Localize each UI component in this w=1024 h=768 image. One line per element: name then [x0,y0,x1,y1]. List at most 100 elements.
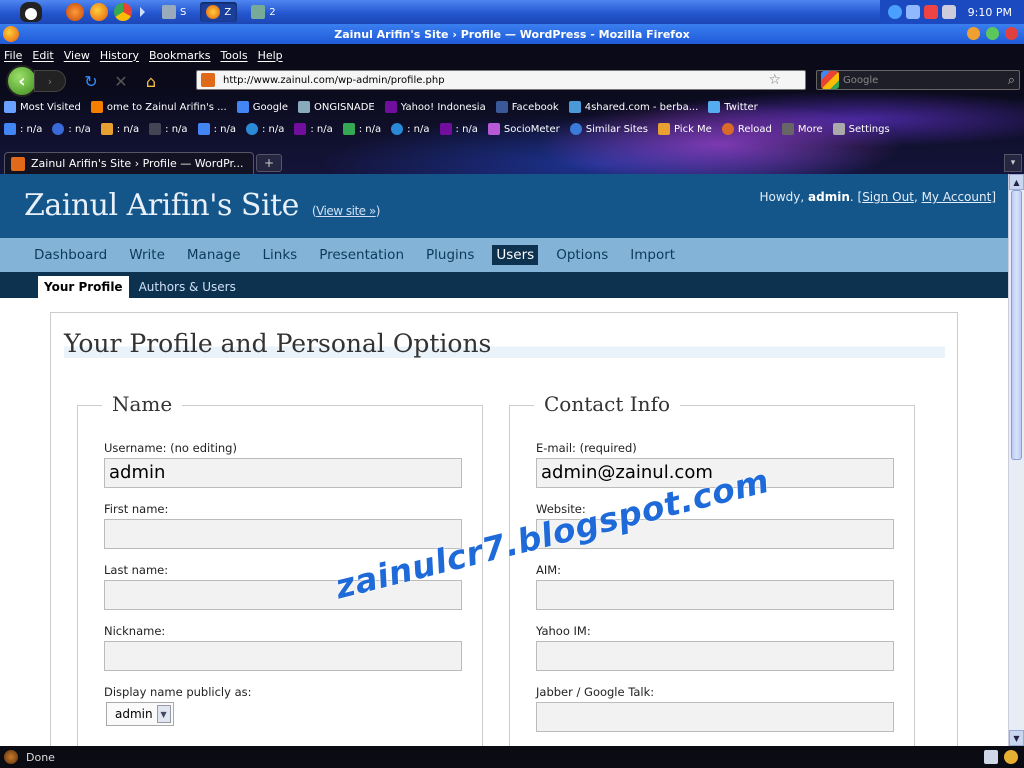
forward-button[interactable]: › [34,70,66,92]
menu-view[interactable]: View [64,49,90,62]
menu-bookmarks[interactable]: Bookmarks [149,49,210,62]
clock[interactable]: 9:10 PM [968,6,1012,19]
bookmark-ongisnade[interactable]: ONGISNADE [297,101,375,113]
addon-pick-me[interactable]: Pick Me [658,123,712,135]
launcher-icon[interactable] [66,3,84,21]
addon-item[interactable]: : n/a [342,123,381,135]
new-tab-button[interactable]: + [256,154,282,172]
close-icon[interactable] [1005,27,1018,40]
addon-more[interactable]: More [781,123,823,135]
scroll-down-icon[interactable]: ▼ [1009,730,1024,746]
menu-write[interactable]: Write [125,245,169,265]
last-name-input[interactable] [104,580,462,610]
chrome-launcher-icon[interactable] [114,3,132,21]
network-icon[interactable] [887,5,902,19]
addon-item[interactable]: : n/a [197,123,236,135]
volume-icon[interactable] [941,5,956,19]
site-title-text: Zainul Arifin's Site [24,188,299,223]
minimize-icon[interactable] [967,27,980,40]
bookmark-4shared[interactable]: 4shared.com - berba... [568,101,698,113]
bookmark-most-visited[interactable]: Most Visited [4,101,81,113]
name-legend: Name [102,392,183,416]
addon-settings[interactable]: Settings [832,123,890,135]
chevron-down-icon[interactable]: ▼ [156,705,171,723]
addon-reload[interactable]: Reload [721,123,772,135]
url-bar[interactable]: http://www.zainul.com/wp-admin/profile.p… [196,70,806,90]
search-bar[interactable]: Google ⌕ [816,70,1020,90]
menu-import[interactable]: Import [626,245,679,265]
firefox-icon[interactable] [3,26,19,42]
addon-item[interactable]: : n/a [149,123,188,135]
scroll-thumb[interactable] [1011,190,1022,460]
url-text[interactable]: http://www.zainul.com/wp-admin/profile.p… [223,75,445,86]
sign-out-link[interactable]: Sign Out [862,190,914,204]
submenu-authors-users[interactable]: Authors & Users [133,276,242,298]
bookmark-label: Most Visited [20,101,81,113]
window-titlebar[interactable]: Zainul Arifin's Site › Profile — WordPre… [0,24,1024,44]
bookmark-star-icon[interactable]: ☆ [768,72,781,88]
jabber-input[interactable] [536,702,894,732]
tux-menu-icon[interactable] [20,2,42,22]
menu-dashboard[interactable]: Dashboard [30,245,111,265]
addon-sociometer[interactable]: SocioMeter [487,123,560,135]
yahoo-input[interactable] [536,641,894,671]
bookmark-facebook[interactable]: Facebook [495,101,559,113]
addon-item[interactable]: : n/a [100,123,139,135]
my-account-link[interactable]: My Account [922,190,992,204]
aim-input[interactable] [536,580,894,610]
maximize-icon[interactable] [986,27,999,40]
view-site-link[interactable]: View site » [316,204,376,218]
scroll-up-icon[interactable]: ▲ [1009,174,1024,190]
addon-item[interactable]: : n/a [294,123,333,135]
display-name-select[interactable]: admin ▼ [106,702,174,726]
menu-plugins[interactable]: Plugins [422,245,478,265]
email-input[interactable]: admin@zainul.com [536,458,894,488]
page-scrollbar[interactable]: ▲ ▼ [1008,174,1024,746]
menu-options[interactable]: Options [552,245,612,265]
display-name-field-group: Display name publicly as: admin ▼ [104,685,462,726]
menu-file[interactable]: File [4,49,22,62]
tab-list-icon[interactable]: ▾ [1004,154,1022,172]
addon-status-icon[interactable] [1004,750,1018,764]
display-icon[interactable] [905,5,920,19]
task-item-2[interactable]: 2 [245,2,281,22]
update-icon[interactable] [923,5,938,19]
addon-similar-sites[interactable]: Similar Sites [569,123,648,135]
addon-item[interactable]: : n/a [4,123,42,135]
bookmark-google[interactable]: Google [236,101,288,113]
menu-links[interactable]: Links [259,245,302,265]
stop-icon[interactable]: ✕ [110,70,132,92]
addon-item[interactable]: : n/a [439,123,478,135]
bookmark-zainul[interactable]: ome to Zainul Arifin's ... [90,101,227,113]
bookmark-yahoo[interactable]: Yahoo! Indonesia [384,101,486,113]
google-engine-icon[interactable] [821,71,839,89]
website-input[interactable] [536,519,894,549]
submenu-your-profile[interactable]: Your Profile [38,276,129,298]
addon-item[interactable]: : n/a [52,123,91,135]
tab-profile[interactable]: Zainul Arifin's Site › Profile — WordPr.… [4,152,254,174]
addon-item[interactable]: : n/a [245,123,284,135]
page-info-icon[interactable] [984,750,998,764]
menu-tools[interactable]: Tools [220,49,247,62]
menu-users[interactable]: Users [492,245,539,265]
task-item-z[interactable]: Z [200,2,238,22]
addon-item[interactable]: : n/a [391,123,430,135]
search-input[interactable]: Google [843,75,878,86]
search-icon[interactable]: ⌕ [1008,73,1015,88]
menu-edit[interactable]: Edit [32,49,53,62]
bookmark-twitter[interactable]: Twitter [708,101,758,113]
menu-bar: File Edit View History Bookmarks Tools H… [0,44,1024,66]
reload-icon[interactable]: ↻ [80,70,102,92]
bookmark-label: Facebook [511,101,559,113]
menu-history[interactable]: History [100,49,139,62]
status-text: Done [26,750,55,764]
home-icon[interactable]: ⌂ [140,70,162,92]
task-item-s[interactable]: S [156,2,192,22]
firefox-launcher-icon[interactable] [90,3,108,21]
first-name-input[interactable] [104,519,462,549]
nickname-input[interactable] [104,641,462,671]
menu-presentation[interactable]: Presentation [315,245,408,265]
menu-help[interactable]: Help [258,49,283,62]
expand-arrow-icon[interactable] [140,7,148,17]
menu-manage[interactable]: Manage [183,245,245,265]
